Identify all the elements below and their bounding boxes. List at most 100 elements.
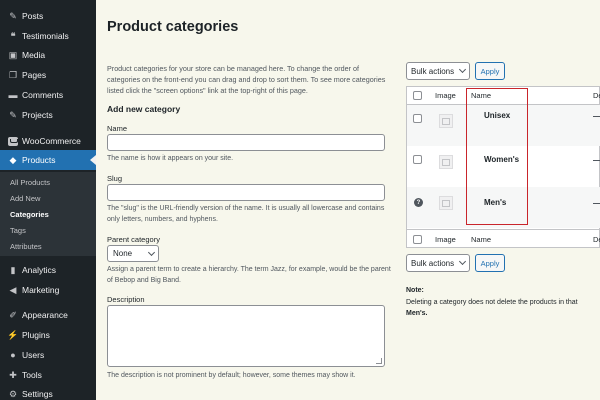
name-help: The name is how it appears on your site.: [107, 155, 234, 162]
sidebar-item-label: Appearance: [22, 310, 68, 320]
sidebar-item-label: Settings: [22, 389, 53, 399]
empty-description: [593, 160, 600, 161]
help-icon[interactable]: ?: [414, 198, 423, 207]
sidebar-item-testimonials[interactable]: ❝ Testimonials: [0, 26, 96, 46]
analytics-icon: ▮: [10, 264, 16, 275]
bulk-actions-select-bottom[interactable]: Bulk actions: [406, 254, 470, 272]
note-heading: Note:: [406, 287, 424, 294]
name-label: Name: [107, 124, 128, 133]
submenu-categories[interactable]: Categories: [10, 210, 49, 219]
sidebar-item-label: Products: [22, 155, 56, 165]
category-thumbnail: [439, 196, 453, 210]
description-textarea[interactable]: [107, 305, 385, 367]
name-column-highlight: [466, 88, 528, 225]
woocommerce-icon: [8, 136, 18, 146]
category-thumbnail: [439, 155, 453, 169]
sidebar-item-label: Comments: [22, 90, 64, 100]
sidebar-item-tools[interactable]: ✚ Tools: [0, 365, 96, 385]
note-line-2: Men's.: [406, 310, 428, 317]
megaphone-icon: ◀: [9, 284, 17, 295]
submenu-all-products[interactable]: All Products: [10, 178, 50, 187]
bulk-actions-value: Bulk actions: [411, 66, 455, 76]
slug-help: The "slug" is the URL-friendly version o…: [107, 205, 385, 223]
sidebar-item-projects[interactable]: ✎ Projects: [0, 105, 96, 125]
wrench-icon: ✚: [9, 369, 17, 380]
sidebar-item-label: Analytics: [22, 265, 57, 275]
quote-icon: ❝: [10, 30, 16, 41]
note-line-1: Deleting a category does not delete the …: [406, 299, 578, 306]
chevron-down-icon: [147, 248, 156, 257]
sidebar-item-pages[interactable]: ❐ Pages: [0, 65, 96, 85]
add-category-heading: Add new category: [107, 104, 181, 114]
select-all-checkbox[interactable]: [413, 91, 422, 100]
sidebar-item-comments[interactable]: ▬ Comments: [0, 85, 96, 105]
description-label: Description: [107, 295, 145, 304]
table-footer: Image Name De: [407, 229, 600, 248]
column-name[interactable]: Name: [471, 235, 491, 244]
sidebar-item-label: Posts: [22, 11, 44, 21]
name-input[interactable]: [107, 134, 385, 151]
sidebar-item-label: Projects: [22, 110, 53, 120]
column-description[interactable]: De: [593, 235, 600, 244]
chevron-down-icon: [458, 257, 467, 266]
empty-description: [593, 116, 600, 117]
select-all-checkbox[interactable]: [413, 235, 422, 244]
plug-icon: ⚡: [7, 329, 19, 340]
sidebar-item-label: Marketing: [22, 285, 60, 295]
resize-handle-icon[interactable]: [376, 358, 382, 364]
sidebar-item-products[interactable]: ◆ Products: [0, 150, 96, 170]
row-checkbox[interactable]: [413, 155, 422, 164]
products-icon: ◆: [9, 154, 17, 165]
pin-icon: ✎: [9, 109, 17, 120]
brush-icon: ✐: [9, 309, 17, 320]
sidebar-item-users[interactable]: ● Users: [0, 345, 96, 365]
apply-button-top[interactable]: Apply: [475, 62, 505, 80]
gear-icon: ⚙: [8, 388, 18, 399]
sidebar-item-label: Testimonials: [22, 31, 69, 41]
comment-icon: ▬: [8, 90, 18, 100]
parent-category-label: Parent category: [107, 235, 160, 244]
sidebar-item-settings[interactable]: ⚙ Settings: [0, 384, 96, 400]
sidebar-item-label: Pages: [22, 70, 47, 80]
empty-description: [593, 203, 600, 204]
sidebar-item-media[interactable]: ▣ Media: [0, 45, 96, 65]
parent-category-value: None: [113, 249, 133, 258]
pages-icon: ❐: [8, 69, 18, 80]
sidebar-item-analytics[interactable]: ▮ Analytics: [0, 260, 96, 280]
column-description[interactable]: De: [593, 91, 600, 100]
sidebar-item-label: Plugins: [22, 330, 50, 340]
column-image: Image: [435, 91, 456, 100]
note-text: Deleting a category does not delete the …: [406, 297, 600, 319]
row-checkbox[interactable]: [413, 114, 422, 123]
sidebar-item-woocommerce[interactable]: WooCommerce: [0, 131, 96, 151]
sidebar-item-label: Users: [22, 350, 45, 360]
parent-help: Assign a parent term to create a hierarc…: [107, 266, 391, 284]
parent-category-select[interactable]: None: [107, 245, 159, 262]
column-image: Image: [435, 235, 456, 244]
slug-input[interactable]: [107, 184, 385, 201]
apply-button-bottom[interactable]: Apply: [475, 254, 505, 272]
submenu-add-new[interactable]: Add New: [10, 194, 40, 203]
intro-text: Product categories for your store can be…: [107, 64, 386, 95]
sidebar-item-plugins[interactable]: ⚡ Plugins: [0, 325, 96, 345]
bulk-actions-value: Bulk actions: [411, 258, 455, 268]
media-icon: ▣: [8, 49, 18, 60]
category-thumbnail: [439, 114, 453, 128]
chevron-down-icon: [458, 65, 467, 74]
sidebar-item-label: Media: [22, 50, 46, 60]
sidebar-item-label: Tools: [22, 370, 42, 380]
user-icon: ●: [10, 350, 16, 360]
sidebar-item-appearance[interactable]: ✐ Appearance: [0, 305, 96, 325]
admin-sidebar: ✎ Posts ❝ Testimonials ▣ Media ❐ Pages ▬ Comm…: [0, 0, 96, 400]
submenu-tags[interactable]: Tags: [10, 226, 26, 235]
sidebar-item-marketing[interactable]: ◀ Marketing: [0, 280, 96, 300]
bulk-actions-select-top[interactable]: Bulk actions: [406, 62, 470, 80]
page-title: Product categories: [107, 19, 239, 35]
main-content: Product categories Product categories fo…: [96, 0, 600, 400]
slug-label: Slug: [107, 174, 123, 183]
description-help: The description is not prominent by defa…: [107, 372, 356, 379]
sidebar-item-posts[interactable]: ✎ Posts: [0, 6, 96, 26]
sidebar-item-label: WooCommerce: [22, 136, 81, 146]
products-submenu: All Products Add New Categories Tags Att…: [0, 172, 96, 256]
submenu-attributes[interactable]: Attributes: [10, 242, 42, 251]
